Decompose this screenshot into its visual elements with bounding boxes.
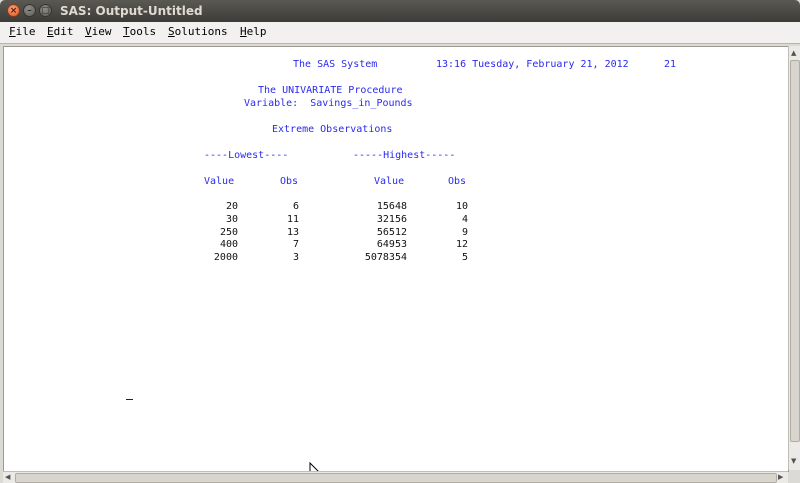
- highest-value-cell: 5078354: [364, 252, 407, 264]
- window-title: SAS: Output-Untitled: [60, 4, 203, 18]
- menu-help[interactable]: Help: [240, 25, 267, 38]
- lowest-obs-cell: 7: [292, 239, 299, 251]
- maximize-icon[interactable]: □: [39, 4, 52, 17]
- highest-obs-header: Obs: [448, 176, 467, 187]
- lowest-obs-cell: 6: [292, 201, 299, 212]
- vertical-scroll-thumb[interactable]: [790, 60, 800, 442]
- highest-value-cell: 56512: [376, 226, 407, 238]
- variable-line: Variable: Savings_in_Pounds: [244, 98, 413, 109]
- highest-group-label: -----Highest-----: [353, 150, 456, 161]
- lowest-obs-cell: 13: [286, 226, 299, 238]
- lowest-value-header: Value: [204, 176, 235, 187]
- menu-edit[interactable]: Edit: [47, 25, 74, 38]
- highest-value-cell: 64953: [376, 239, 407, 251]
- minimize-icon[interactable]: –: [23, 4, 36, 17]
- header-datetime: 13:16 Tuesday, February 21, 2012: [436, 59, 629, 70]
- highest-value-cell: 32156: [376, 213, 407, 225]
- highest-obs-cell: 5: [461, 252, 468, 264]
- scroll-left-icon[interactable]: ◀: [5, 472, 10, 482]
- menu-bar: File Edit View Tools Solutions Help: [0, 22, 800, 44]
- section-title: Extreme Observations: [272, 124, 393, 135]
- header-page-number: 21: [664, 59, 677, 70]
- scroll-down-icon[interactable]: ▼: [791, 456, 796, 466]
- vertical-scrollbar[interactable]: ▲ ▼: [788, 46, 800, 470]
- lowest-obs-cell: 11: [286, 213, 299, 225]
- lowest-value-cell: 20: [225, 201, 238, 212]
- lowest-obs-header: Obs: [280, 176, 299, 187]
- lowest-value-cell: 400: [219, 239, 238, 251]
- highest-obs-cell: 4: [461, 213, 468, 225]
- highest-obs-cell: 12: [455, 239, 468, 251]
- lowest-obs-cell: 3: [292, 252, 299, 264]
- menu-view[interactable]: View: [85, 25, 112, 38]
- lowest-value-cell: 2000: [213, 252, 238, 264]
- scroll-right-icon[interactable]: ▶: [778, 472, 783, 482]
- menu-tools[interactable]: Tools: [123, 25, 156, 38]
- header-system-title: The SAS System: [293, 59, 378, 70]
- text-cursor: [126, 399, 133, 400]
- lowest-group-label: ----Lowest----: [204, 150, 289, 161]
- horizontal-scrollbar[interactable]: ◀ ▶: [3, 471, 788, 483]
- menu-solutions[interactable]: Solutions: [168, 25, 228, 38]
- menu-file[interactable]: File: [9, 25, 36, 38]
- title-bar: × – □ SAS: Output-Untitled: [0, 0, 800, 22]
- scroll-up-icon[interactable]: ▲: [791, 48, 796, 58]
- close-icon[interactable]: ×: [7, 4, 20, 17]
- highest-obs-cell: 10: [455, 201, 468, 212]
- output-window[interactable]: The SAS System 13:16 Tuesday, February 2…: [3, 46, 789, 480]
- lowest-value-cell: 30: [225, 213, 238, 225]
- lowest-value-cell: 250: [219, 226, 238, 238]
- highest-obs-cell: 9: [461, 226, 468, 238]
- highest-value-cell: 15648: [376, 201, 407, 212]
- highest-value-header: Value: [374, 176, 405, 187]
- procedure-title: The UNIVARIATE Procedure: [258, 85, 403, 96]
- horizontal-scroll-thumb[interactable]: [15, 473, 777, 483]
